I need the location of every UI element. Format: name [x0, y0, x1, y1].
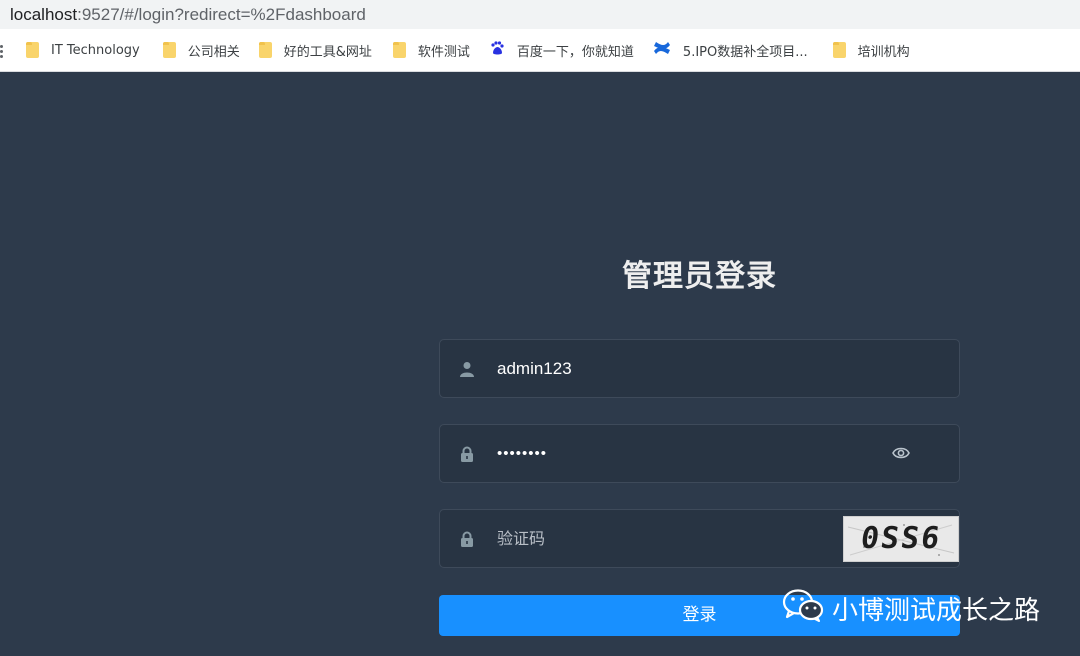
user-icon: [459, 361, 475, 377]
bookmark-label: 软件测试: [417, 44, 470, 60]
confluence-icon: [653, 40, 671, 60]
folder-icon: [162, 42, 176, 58]
baidu-icon: [489, 40, 505, 60]
bookmark-label: 5.IPO数据补全项目...: [682, 44, 808, 60]
watermark: 小博测试成长之路: [782, 588, 1041, 629]
bookmark-ipo-project[interactable]: 5.IPO数据补全项目...: [647, 36, 814, 64]
folder-icon: [392, 42, 406, 58]
password-field[interactable]: ••••••••: [439, 424, 960, 483]
captcha-input[interactable]: 验证码: [497, 510, 545, 567]
page-title: 管理员登录: [622, 259, 777, 294]
bookmark-baidu[interactable]: 百度一下，你就知道: [483, 36, 640, 64]
eye-icon[interactable]: [892, 444, 910, 462]
url-path: :9527/#/login?redirect=%2Fdashboard: [77, 4, 366, 24]
bookmark-tools[interactable]: 好的工具&网址: [253, 36, 378, 64]
folder-icon: [832, 42, 846, 58]
username-field[interactable]: admin123: [439, 339, 960, 398]
folder-icon: [258, 42, 272, 58]
bookmark-label: 好的工具&网址: [283, 44, 372, 60]
bookmarks-bar: IT Technology 公司相关 好的工具&网址 软件测试 百度一下，你就知…: [0, 29, 1080, 72]
password-input[interactable]: ••••••••: [497, 425, 547, 482]
bookmark-software-testing[interactable]: 软件测试: [387, 36, 476, 64]
bookmark-label: 公司相关: [187, 44, 240, 60]
captcha-code: 0SS6: [858, 521, 944, 556]
captcha-image[interactable]: 0SS6: [843, 516, 959, 562]
bookmark-label: 百度一下，你就知道: [516, 44, 634, 60]
bookmarks-overflow-handle[interactable]: [0, 43, 4, 58]
captcha-field[interactable]: 验证码 0SS6: [439, 509, 960, 568]
wechat-icon: [782, 588, 824, 629]
bookmark-training[interactable]: 培训机构: [827, 36, 916, 64]
watermark-text: 小博测试成长之路: [832, 595, 1041, 626]
bookmark-it-technology[interactable]: IT Technology: [20, 36, 146, 64]
username-input[interactable]: admin123: [497, 340, 572, 397]
bookmark-label: 培训机构: [857, 44, 910, 60]
lock-icon: [459, 531, 475, 547]
bookmark-company[interactable]: 公司相关: [157, 36, 246, 64]
url-host: localhost: [10, 4, 78, 24]
folder-icon: [26, 42, 39, 58]
bookmark-label: IT Technology: [51, 42, 140, 58]
lock-icon: [459, 446, 475, 462]
address-bar[interactable]: localhost:9527/#/login?redirect=%2Fdashb…: [0, 0, 1080, 29]
